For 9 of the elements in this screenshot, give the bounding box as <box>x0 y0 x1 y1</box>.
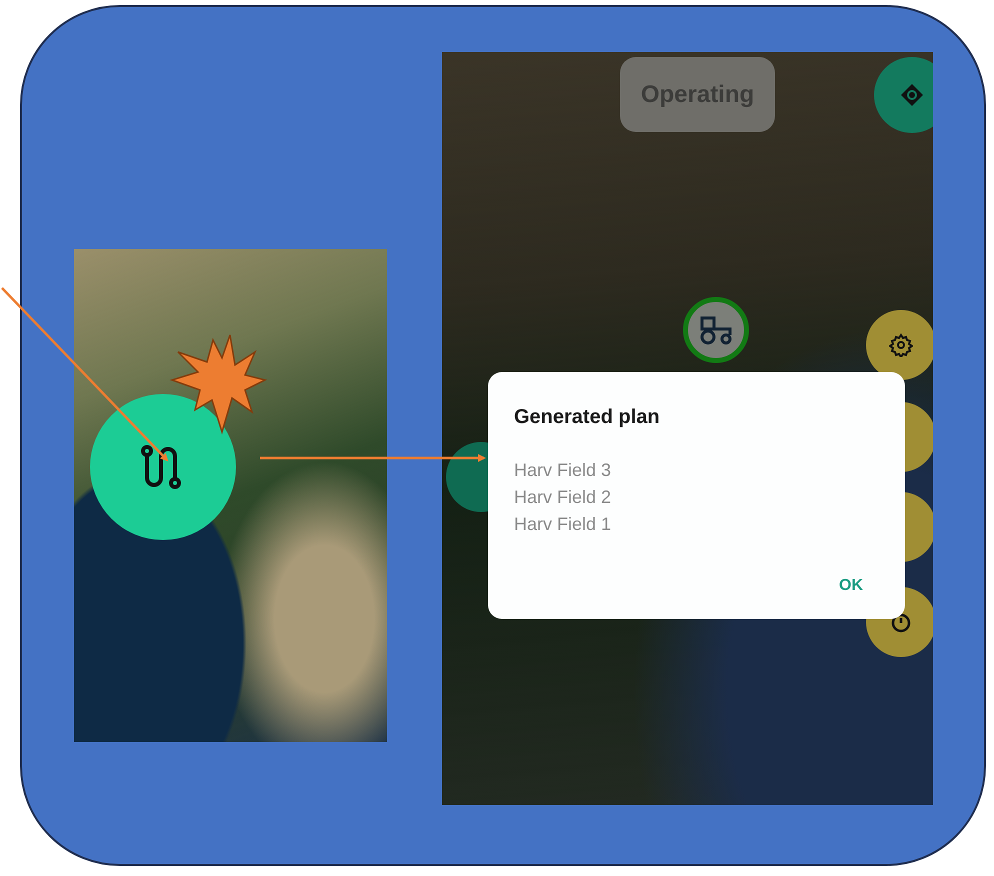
dialog-title: Generated plan <box>514 406 661 429</box>
plan-item: Harv Field 3 <box>514 459 612 482</box>
settings-icon <box>889 333 913 357</box>
plan-item: Harv Field 1 <box>514 513 612 536</box>
ok-button[interactable]: OK <box>833 573 869 599</box>
location-button[interactable] <box>874 57 933 133</box>
tractor-icon <box>698 315 734 345</box>
location-icon <box>899 82 925 108</box>
plan-item: Harv Field 2 <box>514 486 612 509</box>
